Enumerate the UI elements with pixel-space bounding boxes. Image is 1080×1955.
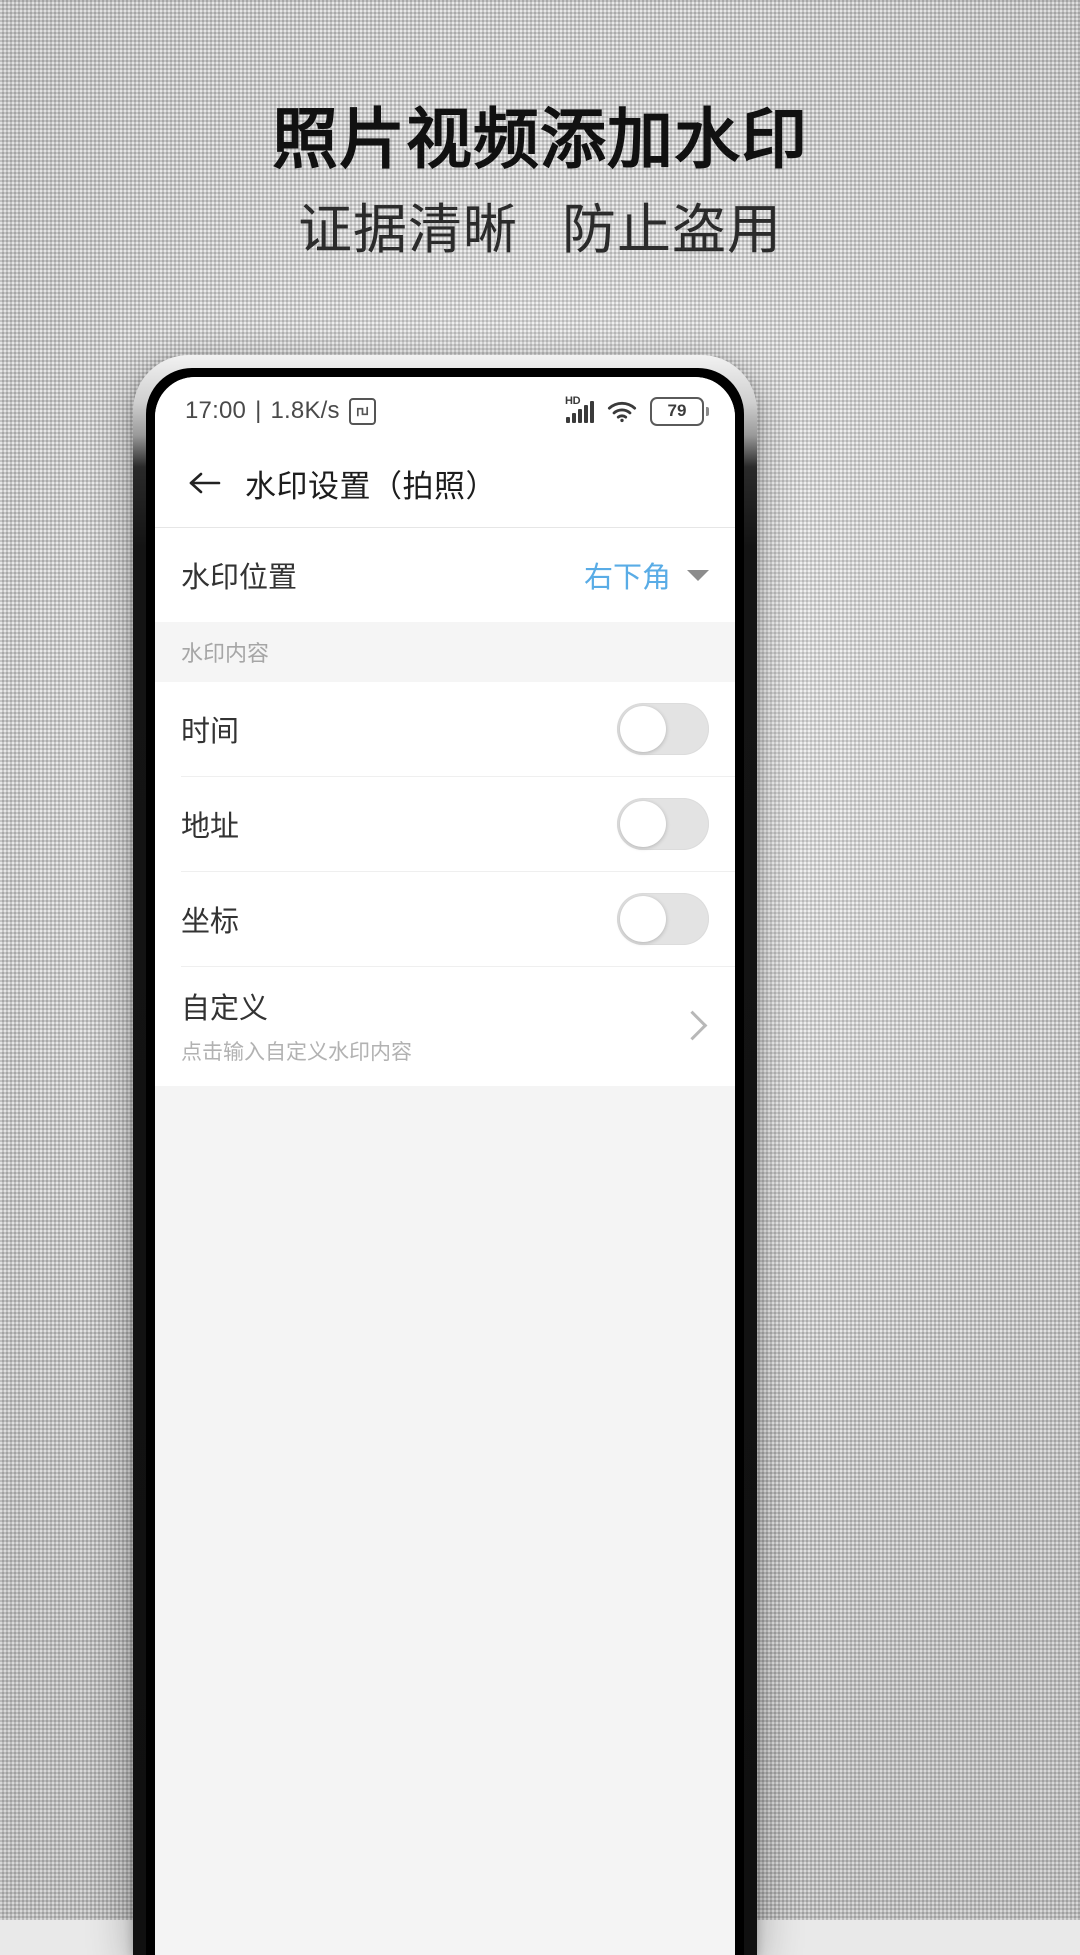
custom-watermark-title: 自定义: [181, 993, 269, 1025]
app-bar-title: 水印设置（拍照）: [245, 468, 497, 504]
page-title: 照片视频添加水印: [272, 102, 808, 176]
app-bar: 水印设置（拍照）: [155, 439, 735, 527]
phone-mockup: 17:00 | 1.8K/s HD 79 水印设置（拍照） 水印位置 右下角 水…: [133, 355, 757, 1955]
row-label-address: 地址: [181, 811, 240, 843]
watermark-position-value: 右下角: [583, 562, 671, 594]
row-label-watermark-position: 水印位置: [181, 562, 298, 594]
battery-cap: [706, 406, 709, 416]
signal-bars-icon: HD: [565, 395, 594, 423]
row-toggle-address[interactable]: 地址: [155, 777, 735, 871]
settings-list: 水印位置 右下角 水印内容 时间 地址 坐标 自定义 点击输入自定义水印内容: [155, 528, 735, 1086]
wifi-icon: [607, 401, 637, 422]
nfc-icon: [348, 397, 376, 425]
row-label-coordinates: 坐标: [181, 906, 240, 938]
signal-bar-3: [578, 409, 582, 423]
row-toggle-coordinates[interactable]: 坐标: [155, 872, 735, 966]
signal-bar-2: [572, 413, 576, 423]
list-empty-area: [155, 1086, 735, 1955]
status-bar-left: 17:00 | 1.8K/s: [185, 397, 376, 425]
row-watermark-position[interactable]: 水印位置 右下角: [155, 528, 735, 622]
back-arrow-icon: [189, 472, 221, 494]
section-header-watermark-content: 水印内容: [155, 622, 735, 682]
battery-icon: 79: [650, 396, 709, 426]
toggle-knob: [620, 896, 666, 942]
row-label-time: 时间: [181, 716, 240, 748]
toggle-knob: [620, 801, 666, 847]
row-toggle-time[interactable]: 时间: [155, 682, 735, 776]
status-bar-right: HD 79: [565, 395, 709, 426]
headline-block: 照片视频添加水印 证据清晰 防止盗用: [0, 102, 1080, 261]
phone-bezel: 17:00 | 1.8K/s HD 79 水印设置（拍照） 水印位置 右下角 水…: [146, 368, 744, 1955]
status-network-speed: 1.8K/s: [270, 397, 340, 424]
page-subtitle: 证据清晰 防止盗用: [0, 201, 1080, 260]
custom-watermark-texts: 自定义 点击输入自定义水印内容: [181, 985, 412, 1066]
battery-level: 79: [650, 396, 704, 426]
custom-watermark-subtitle: 点击输入自定义水印内容: [181, 1041, 412, 1064]
section-header-label: 水印内容: [181, 641, 270, 666]
status-time: 17:00: [185, 397, 247, 424]
chevron-down-icon: [687, 569, 709, 581]
subtitle-part-left: 证据清晰: [298, 200, 518, 261]
signal-bar-5: [590, 401, 594, 423]
phone-screen: 17:00 | 1.8K/s HD 79 水印设置（拍照） 水印位置 右下角 水…: [155, 377, 735, 1955]
watermark-position-value-group[interactable]: 右下角: [584, 554, 709, 596]
toggle-knob: [620, 706, 666, 752]
toggle-time[interactable]: [617, 703, 709, 755]
toggle-address[interactable]: [617, 798, 709, 850]
chevron-right-icon: [677, 1010, 708, 1041]
signal-bar-1: [566, 417, 570, 423]
status-bar: 17:00 | 1.8K/s HD 79: [155, 377, 735, 439]
hd-label: HD: [565, 395, 581, 407]
subtitle-part-right: 防止盗用: [562, 200, 782, 261]
status-separator: |: [255, 397, 262, 424]
back-button[interactable]: [179, 457, 231, 509]
row-custom-watermark[interactable]: 自定义 点击输入自定义水印内容: [155, 967, 735, 1086]
signal-bar-4: [584, 405, 588, 423]
toggle-coordinates[interactable]: [617, 893, 709, 945]
